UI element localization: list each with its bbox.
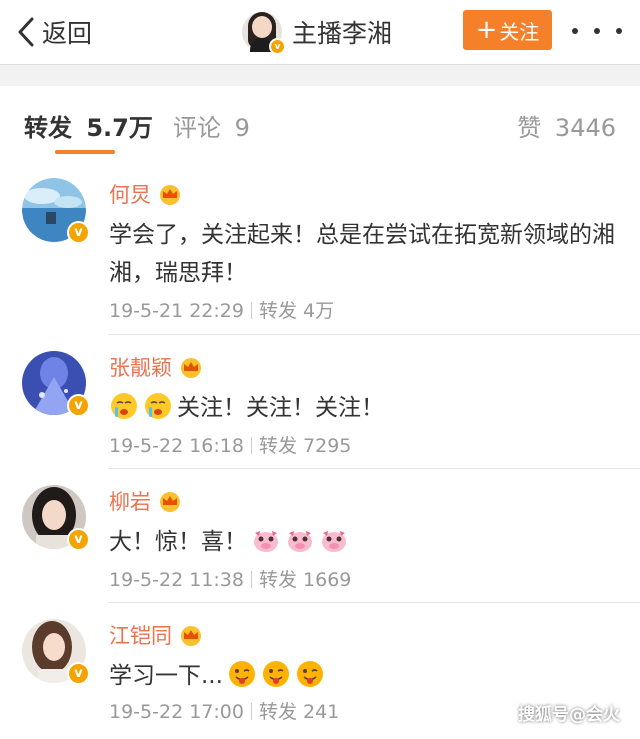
repost-meta: 19-5-22 17:00 转发 241 bbox=[109, 697, 339, 724]
repost-count: 7295 bbox=[303, 435, 352, 457]
repost-text: 关注！关注！关注！ bbox=[177, 395, 384, 421]
avatar[interactable]: v bbox=[22, 485, 90, 551]
user-name[interactable]: 张靓颖 bbox=[109, 352, 172, 382]
repost-label: 转发 bbox=[258, 569, 297, 591]
avatar[interactable]: v bbox=[22, 351, 90, 417]
section-divider bbox=[0, 64, 640, 87]
repost-text: 大！惊！喜！ bbox=[109, 529, 247, 555]
repost-count: 241 bbox=[303, 701, 340, 723]
back-button[interactable]: 返回 bbox=[16, 12, 92, 52]
top-nav-bar: 返回 v 主播李湘 + 关注 bbox=[0, 0, 640, 64]
list-item[interactable]: v 张靓颖 关注！关注！关注！ 19-5-22 16:18 转发 7295 bbox=[0, 335, 640, 469]
crown-icon bbox=[181, 358, 201, 378]
tab-bar: 转发 5.7万 评论 9 赞 3446 bbox=[0, 86, 640, 161]
more-icon[interactable] bbox=[572, 16, 622, 46]
tab-comments-label: 评论 bbox=[173, 114, 221, 142]
crying-emoji-icon bbox=[145, 393, 171, 419]
timestamp: 19-5-22 17:00 bbox=[109, 701, 244, 723]
watermark: 搜狐号@会火 bbox=[518, 705, 620, 725]
repost-label: 转发 bbox=[258, 435, 297, 457]
pig-emoji-icon bbox=[288, 531, 312, 552]
tongue-out-emoji-icon bbox=[228, 661, 255, 687]
list-item[interactable]: v 柳岩 大！惊！喜！ 19-5-22 11:38 转发 1669 bbox=[0, 469, 640, 603]
timestamp: 19-5-22 16:18 bbox=[109, 435, 244, 457]
tongue-out-emoji-icon bbox=[262, 661, 289, 687]
active-tab-indicator bbox=[55, 150, 115, 154]
user-name[interactable]: 江铠同 bbox=[109, 620, 172, 650]
tab-reposts[interactable]: 转发 5.7万 bbox=[24, 108, 153, 143]
repost-label: 转发 bbox=[258, 300, 297, 322]
crown-icon bbox=[160, 185, 180, 205]
repost-count: 1669 bbox=[303, 569, 352, 591]
repost-count: 4万 bbox=[303, 300, 335, 322]
verified-icon: v bbox=[67, 528, 90, 551]
avatar[interactable]: v bbox=[242, 12, 286, 55]
chevron-left-icon bbox=[18, 17, 34, 47]
tab-likes-count: 3446 bbox=[554, 114, 616, 142]
repost-meta: 19-5-22 16:18 转发 7295 bbox=[109, 431, 351, 458]
plus-icon: + bbox=[475, 15, 498, 45]
crown-icon bbox=[160, 492, 180, 512]
page-title: 主播李湘 bbox=[292, 19, 393, 48]
avatar[interactable]: v bbox=[22, 619, 90, 685]
crown-icon bbox=[181, 626, 201, 646]
timestamp: 19-5-22 11:38 bbox=[109, 569, 244, 591]
tab-reposts-label: 转发 bbox=[24, 114, 72, 142]
tab-likes-label: 赞 bbox=[517, 114, 542, 142]
tongue-out-emoji-icon bbox=[296, 661, 323, 687]
back-label: 返回 bbox=[42, 19, 93, 48]
repost-meta: 19-5-22 11:38 转发 1669 bbox=[109, 565, 351, 592]
repost-meta: 19-5-21 22:29 转发 4万 bbox=[109, 296, 334, 323]
follow-button[interactable]: + 关注 bbox=[463, 10, 552, 50]
timestamp: 19-5-21 22:29 bbox=[109, 300, 244, 322]
crying-emoji-icon bbox=[111, 393, 137, 419]
tab-reposts-count: 5.7万 bbox=[86, 114, 153, 142]
avatar[interactable]: v bbox=[22, 178, 90, 244]
pig-emoji-icon bbox=[322, 531, 346, 552]
repost-label: 转发 bbox=[258, 701, 297, 723]
user-name[interactable]: 柳岩 bbox=[109, 486, 151, 516]
verified-icon: v bbox=[67, 662, 90, 685]
profile-header[interactable]: v 主播李湘 bbox=[242, 10, 393, 55]
follow-label: 关注 bbox=[499, 19, 540, 44]
repost-text: 学习一下... bbox=[109, 663, 223, 689]
list-item[interactable]: v 何炅 学会了，关注起来！总是在尝试在拓宽新领域的湘湘，瑞思拜！ 19-5-2… bbox=[0, 160, 640, 335]
pig-emoji-icon bbox=[254, 531, 278, 552]
verified-icon: v bbox=[67, 394, 90, 417]
repost-text: 学会了，关注起来！总是在尝试在拓宽新领域的湘湘，瑞思拜！ bbox=[109, 222, 615, 286]
verified-icon: v bbox=[269, 38, 286, 55]
tab-comments[interactable]: 评论 9 bbox=[173, 108, 250, 143]
user-name[interactable]: 何炅 bbox=[109, 179, 151, 209]
tab-comments-count: 9 bbox=[234, 114, 250, 142]
verified-icon: v bbox=[67, 221, 90, 244]
tab-likes[interactable]: 赞 3446 bbox=[517, 108, 616, 143]
